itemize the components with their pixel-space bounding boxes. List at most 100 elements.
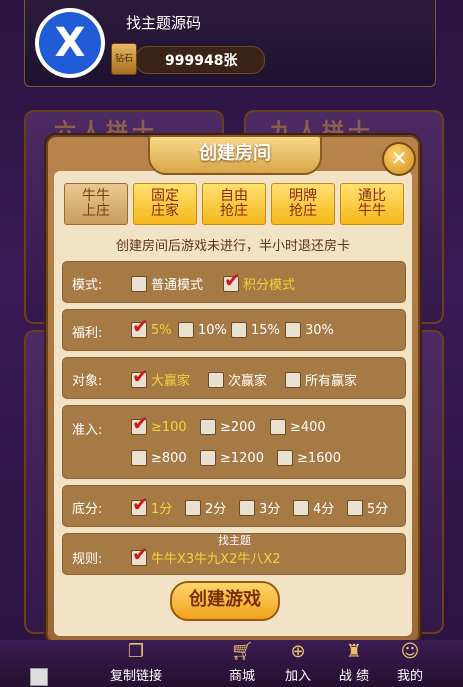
close-icon: ✕ bbox=[390, 146, 408, 170]
option-big-winner[interactable]: 大赢家 bbox=[131, 364, 191, 389]
option-second-winner[interactable]: 次赢家 bbox=[208, 370, 267, 389]
option-welfare-10[interactable]: 10% bbox=[178, 322, 227, 338]
card-count: 999948张 bbox=[165, 53, 238, 69]
option-base-3[interactable]: 3分 bbox=[239, 498, 280, 517]
rule-label: 规则: bbox=[72, 552, 103, 567]
logo-icon: X bbox=[39, 12, 101, 74]
option-label: 大赢家 bbox=[151, 374, 191, 389]
option-base-4[interactable]: 4分 bbox=[293, 498, 334, 517]
join-icon: ⊕ bbox=[290, 641, 306, 662]
nav-record[interactable]: ♜ 战 绩 bbox=[326, 641, 382, 687]
user-header: X 找主题源码 钻石 999948张 bbox=[24, 0, 436, 87]
option-welfare-30[interactable]: 30% bbox=[285, 322, 334, 338]
nav-shop[interactable]: 🛒︎ 商城 bbox=[214, 641, 270, 687]
nav-label: 加入 bbox=[284, 669, 311, 684]
nav-mine[interactable]: ☺ 我的 bbox=[382, 641, 438, 687]
option-label: 所有赢家 bbox=[305, 374, 358, 389]
checkbox-checked[interactable] bbox=[131, 542, 149, 566]
checkbox[interactable] bbox=[131, 275, 147, 292]
option-base-5[interactable]: 5分 bbox=[347, 498, 388, 517]
nav-label: 商城 bbox=[228, 669, 255, 684]
broken-image-icon bbox=[30, 668, 48, 686]
create-game-button[interactable]: 创建游戏 bbox=[170, 581, 280, 621]
entry-label: 准入: bbox=[72, 423, 103, 438]
checkbox[interactable] bbox=[239, 499, 255, 516]
checkbox[interactable] bbox=[277, 450, 293, 466]
checkbox-checked[interactable] bbox=[131, 314, 149, 338]
checkbox[interactable] bbox=[200, 419, 216, 435]
checkbox[interactable] bbox=[208, 371, 224, 388]
checkbox-checked[interactable] bbox=[131, 411, 149, 435]
option-label: ≥1600 bbox=[297, 450, 341, 466]
option-entry-400[interactable]: ≥400 bbox=[270, 419, 326, 435]
checkbox-checked[interactable] bbox=[131, 492, 149, 516]
option-entry-200[interactable]: ≥200 bbox=[200, 419, 256, 435]
username: 找主题源码 bbox=[126, 14, 202, 32]
mode-label: 模式: bbox=[72, 278, 103, 293]
nav-label: 我的 bbox=[396, 669, 423, 684]
checkbox[interactable] bbox=[178, 322, 194, 338]
tab-tongbi[interactable]: 通比 牛牛 bbox=[340, 183, 404, 225]
nav-label: 战 绩 bbox=[338, 669, 370, 684]
cart-icon: 🛒︎ bbox=[230, 641, 254, 662]
option-label: 4分 bbox=[313, 502, 335, 517]
dialog-title: 创建房间 bbox=[148, 135, 322, 175]
trophy-icon: ♜ bbox=[345, 641, 363, 662]
option-label: 3分 bbox=[259, 502, 281, 517]
tab-niuniu-banker[interactable]: 牛牛 上庄 bbox=[64, 183, 128, 225]
checkbox[interactable] bbox=[200, 450, 216, 466]
option-welfare-15[interactable]: 15% bbox=[231, 322, 280, 338]
checkbox[interactable] bbox=[293, 499, 309, 516]
option-score-mode[interactable]: 积分模式 bbox=[223, 268, 296, 293]
option-label: 15% bbox=[251, 322, 280, 338]
row-welfare: 福利: 5% 10% 15% 30% bbox=[62, 309, 406, 351]
option-label: ≥800 bbox=[151, 450, 187, 466]
option-label: 牛牛X3牛九X2牛八X2 bbox=[151, 552, 281, 567]
option-label: 1分 bbox=[151, 502, 173, 517]
copy-icon: ❐ bbox=[127, 641, 145, 662]
row-entry: 准入: ≥100 ≥200 ≥400 ≥800 ≥1200 ≥1600 bbox=[62, 405, 406, 479]
user-icon: ☺ bbox=[400, 641, 420, 662]
row-mode: 模式: 普通模式 积分模式 bbox=[62, 261, 406, 303]
checkbox[interactable] bbox=[285, 322, 301, 338]
option-rule-multiplier[interactable]: 牛牛X3牛九X2牛八X2 bbox=[131, 542, 281, 567]
option-all-winners[interactable]: 所有赢家 bbox=[285, 370, 357, 389]
tab-free-grab[interactable]: 自由 抢庄 bbox=[202, 183, 266, 225]
option-label: ≥1200 bbox=[220, 450, 264, 466]
checkbox[interactable] bbox=[131, 450, 147, 466]
option-label: ≥200 bbox=[220, 419, 256, 435]
option-entry-1200[interactable]: ≥1200 bbox=[200, 450, 264, 466]
watermark-tag: 找主题 bbox=[218, 534, 251, 547]
option-entry-800[interactable]: ≥800 bbox=[131, 450, 187, 466]
welfare-label: 福利: bbox=[72, 326, 103, 341]
checkbox-checked[interactable] bbox=[223, 268, 241, 292]
option-label: 积分模式 bbox=[243, 278, 296, 293]
room-card-icon: 钻石 bbox=[111, 43, 137, 75]
nav-copy-link[interactable]: ❐ 复制链接 bbox=[100, 641, 172, 687]
close-button[interactable]: ✕ bbox=[382, 142, 416, 176]
option-label: 5分 bbox=[367, 502, 389, 517]
option-label: ≥100 bbox=[151, 419, 187, 435]
checkbox[interactable] bbox=[347, 499, 363, 516]
nav-join[interactable]: ⊕ 加入 bbox=[270, 641, 326, 687]
option-entry-100[interactable]: ≥100 bbox=[131, 411, 187, 435]
avatar[interactable]: X bbox=[35, 8, 105, 78]
option-label: 次赢家 bbox=[228, 374, 268, 389]
target-label: 对象: bbox=[72, 374, 103, 389]
row-target: 对象: 大赢家 次赢家 所有赢家 bbox=[62, 357, 406, 399]
refund-notice: 创建房间后游戏未进行，半小时退还房卡 bbox=[115, 239, 350, 254]
option-entry-1600[interactable]: ≥1600 bbox=[277, 450, 341, 466]
create-room-dialog: 创建房间 ✕ 牛牛 上庄 固定 庄家 自由 抢庄 明牌 抢庄 通比 牛牛 创建房… bbox=[46, 135, 420, 644]
option-welfare-5[interactable]: 5% bbox=[131, 314, 172, 338]
checkbox[interactable] bbox=[285, 371, 301, 388]
tab-fixed-banker[interactable]: 固定 庄家 bbox=[133, 183, 197, 225]
row-base-score: 底分: 1分 2分 3分 4分 5分 bbox=[62, 485, 406, 527]
checkbox[interactable] bbox=[270, 419, 286, 435]
option-base-2[interactable]: 2分 bbox=[185, 498, 226, 517]
tab-open-grab[interactable]: 明牌 抢庄 bbox=[271, 183, 335, 225]
option-normal-mode[interactable]: 普通模式 bbox=[131, 274, 203, 293]
option-base-1[interactable]: 1分 bbox=[131, 492, 173, 517]
checkbox[interactable] bbox=[185, 499, 201, 516]
checkbox[interactable] bbox=[231, 322, 247, 338]
checkbox-checked[interactable] bbox=[131, 364, 149, 388]
